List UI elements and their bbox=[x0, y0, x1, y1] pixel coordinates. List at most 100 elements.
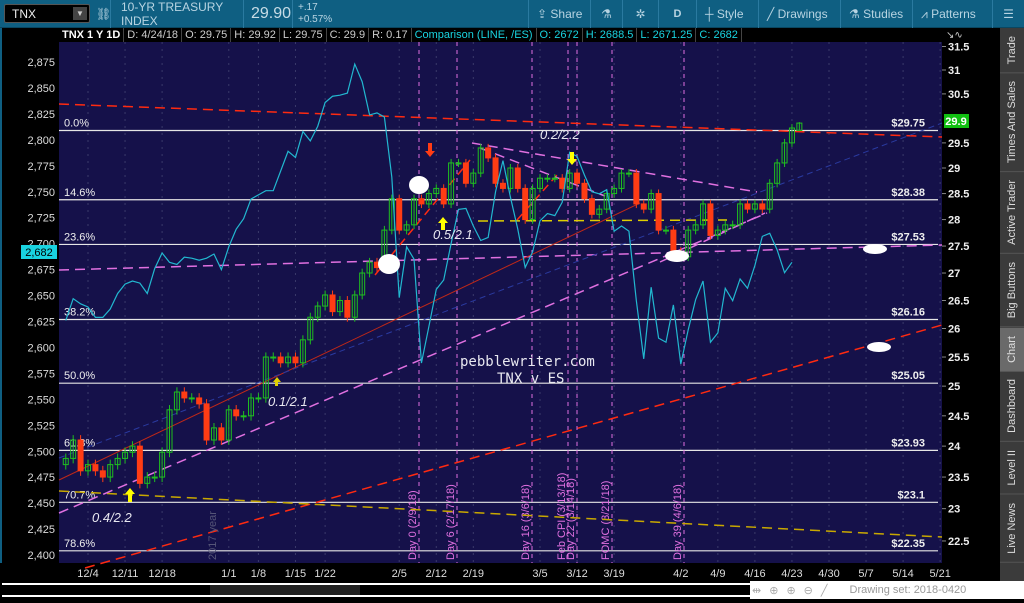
fib-price-label: $28.38 bbox=[891, 187, 925, 199]
left-axis-tick: 2,400 bbox=[27, 550, 55, 562]
left-axis-tick: 2,750 bbox=[27, 187, 55, 199]
candle-body bbox=[240, 415, 247, 418]
fib-price-label: $27.53 bbox=[891, 231, 925, 243]
candle-body bbox=[759, 203, 766, 210]
horizontal-scrollbar[interactable] bbox=[2, 583, 750, 597]
candle-body bbox=[707, 203, 714, 236]
date-tick-label: 3/12 bbox=[566, 568, 587, 580]
candle-body bbox=[77, 439, 84, 472]
fib-percent-label: 50.0% bbox=[64, 370, 95, 382]
right-axis-tick: 27.5 bbox=[948, 241, 969, 253]
candle bbox=[655, 189, 662, 235]
candle-body bbox=[151, 476, 158, 479]
left-axis-labels: 2,400 2,425 2,450 2,475 2,500 2,525 2,550 2,575… bbox=[27, 57, 55, 562]
date-tick-label: 2/5 bbox=[392, 568, 407, 580]
date-tick-label: 3/5 bbox=[532, 568, 547, 580]
left-axis-tick: 2,425 bbox=[27, 524, 55, 536]
candle-body bbox=[344, 299, 351, 318]
candle-body bbox=[729, 224, 736, 227]
left-axis-tick: 2,525 bbox=[27, 420, 55, 432]
fib-price-label: $25.05 bbox=[891, 370, 925, 382]
date-tick-label: 3/19 bbox=[603, 568, 624, 580]
zoom-in-icon[interactable]: ⊕ bbox=[782, 584, 799, 597]
left-axis-tick: 2,450 bbox=[27, 498, 55, 510]
right-axis-tick: 24.5 bbox=[948, 411, 969, 423]
left-axis-tick: 2,500 bbox=[27, 446, 55, 458]
watermark: pebblewriter.com bbox=[460, 354, 595, 370]
sidebar-tab-chart[interactable]: Chart bbox=[1000, 327, 1024, 372]
right-axis-tick: 31.5 bbox=[948, 41, 969, 53]
pan-icon[interactable]: ⇹ bbox=[748, 584, 765, 597]
candle-body bbox=[136, 445, 143, 484]
sidebar-tab-level-ii[interactable]: Level II bbox=[1000, 442, 1024, 495]
date-tick-label: 2/12 bbox=[426, 568, 447, 580]
draw-line-icon[interactable]: ╱ bbox=[817, 584, 832, 597]
candle-body bbox=[196, 397, 203, 405]
candle-body bbox=[92, 464, 99, 472]
right-axis-tick: 25.5 bbox=[948, 352, 969, 364]
fib-percent-label: 23.6% bbox=[64, 231, 95, 243]
highlight-ellipse bbox=[863, 244, 887, 254]
candle bbox=[522, 184, 529, 224]
chart-subtitle: TNX v ES bbox=[497, 371, 564, 387]
left-axis-tick: 2,550 bbox=[27, 394, 55, 406]
sidebar-tab-live-news[interactable]: Live News bbox=[1000, 494, 1024, 563]
left-axis-tick: 2,575 bbox=[27, 368, 55, 380]
highlight-ellipse bbox=[867, 342, 891, 352]
left-axis-tick: 2,850 bbox=[27, 83, 55, 95]
sidebar: Trade Times And Sales Active Trader Big But… bbox=[1000, 28, 1024, 583]
candle-body bbox=[277, 356, 284, 364]
candle-body bbox=[581, 182, 588, 200]
sidebar-tab-active-trader[interactable]: Active Trader bbox=[1000, 172, 1024, 255]
compare-icon[interactable]: ↘∿ bbox=[946, 30, 963, 41]
sidebar-tab-times-and-sales[interactable]: Times And Sales bbox=[1000, 73, 1024, 173]
scrollbar-thumb[interactable] bbox=[210, 585, 360, 595]
candle bbox=[514, 163, 521, 193]
fib-price-label: $22.35 bbox=[891, 538, 925, 550]
right-axis-tick: 23.5 bbox=[948, 472, 969, 484]
left-axis-tick: 2,475 bbox=[27, 472, 55, 484]
date-tick-label: 1/8 bbox=[251, 568, 266, 580]
right-axis-tick: 28 bbox=[948, 215, 960, 227]
svg-text:↘∿: ↘∿ bbox=[946, 30, 963, 41]
date-tick-label: 1/15 bbox=[285, 568, 306, 580]
candle-body bbox=[499, 182, 506, 189]
date-tick-label: 4/23 bbox=[781, 568, 802, 580]
drawing-set-selector[interactable]: Drawing set: 2018-0420 bbox=[832, 584, 967, 596]
left-axis-tick: 2,825 bbox=[27, 109, 55, 121]
left-axis-tick: 2,725 bbox=[27, 213, 55, 225]
left-axis-tick: 2,600 bbox=[27, 342, 55, 354]
candle-body bbox=[544, 177, 551, 180]
candle bbox=[396, 194, 403, 235]
fib-price-label: $23.1 bbox=[897, 489, 925, 501]
svg-text:29.9: 29.9 bbox=[945, 116, 966, 128]
candle-body bbox=[588, 198, 595, 215]
right-axis-tick: 30.5 bbox=[948, 89, 969, 101]
date-tick-label: 5/21 bbox=[929, 568, 950, 580]
zoom-out-icon[interactable]: ⊖ bbox=[800, 584, 817, 597]
date-tick-label: 1/22 bbox=[314, 568, 335, 580]
candle-body bbox=[633, 172, 640, 205]
candle-body bbox=[418, 198, 425, 205]
candle-body bbox=[462, 162, 469, 184]
candle-body bbox=[492, 157, 499, 184]
right-axis-tick: 29 bbox=[948, 163, 960, 175]
left-axis-tick: 2,625 bbox=[27, 317, 55, 329]
sidebar-tab-big-buttons[interactable]: Big Buttons bbox=[1000, 254, 1024, 328]
candle bbox=[203, 399, 210, 445]
date-tick-label: 4/30 bbox=[818, 568, 839, 580]
es-price-tag: 2,682 bbox=[21, 245, 57, 259]
date-tick-label: 2/19 bbox=[463, 568, 484, 580]
crosshair-icon[interactable]: ⊕ bbox=[765, 584, 782, 597]
right-axis-tick: 26.5 bbox=[948, 295, 969, 307]
date-tick-label: 12/11 bbox=[112, 568, 139, 580]
chart-area[interactable]: 0.0% $29.7514.6% $28.3823.6% $27.5338.2% $26… bbox=[0, 0, 1024, 603]
sidebar-tab-trade[interactable]: Trade bbox=[1000, 28, 1024, 74]
sidebar-tab-dashboard[interactable]: Dashboard bbox=[1000, 371, 1024, 443]
candle-body bbox=[181, 391, 188, 399]
event-label: Day 16 (3/6/18) bbox=[520, 484, 532, 560]
annotation-label: 0.2/2.2 bbox=[540, 127, 581, 142]
left-axis-tick: 2,675 bbox=[27, 265, 55, 277]
left-axis-tick: 2,875 bbox=[27, 57, 55, 69]
event-label: Day 39 (4/6/18) bbox=[672, 484, 684, 560]
